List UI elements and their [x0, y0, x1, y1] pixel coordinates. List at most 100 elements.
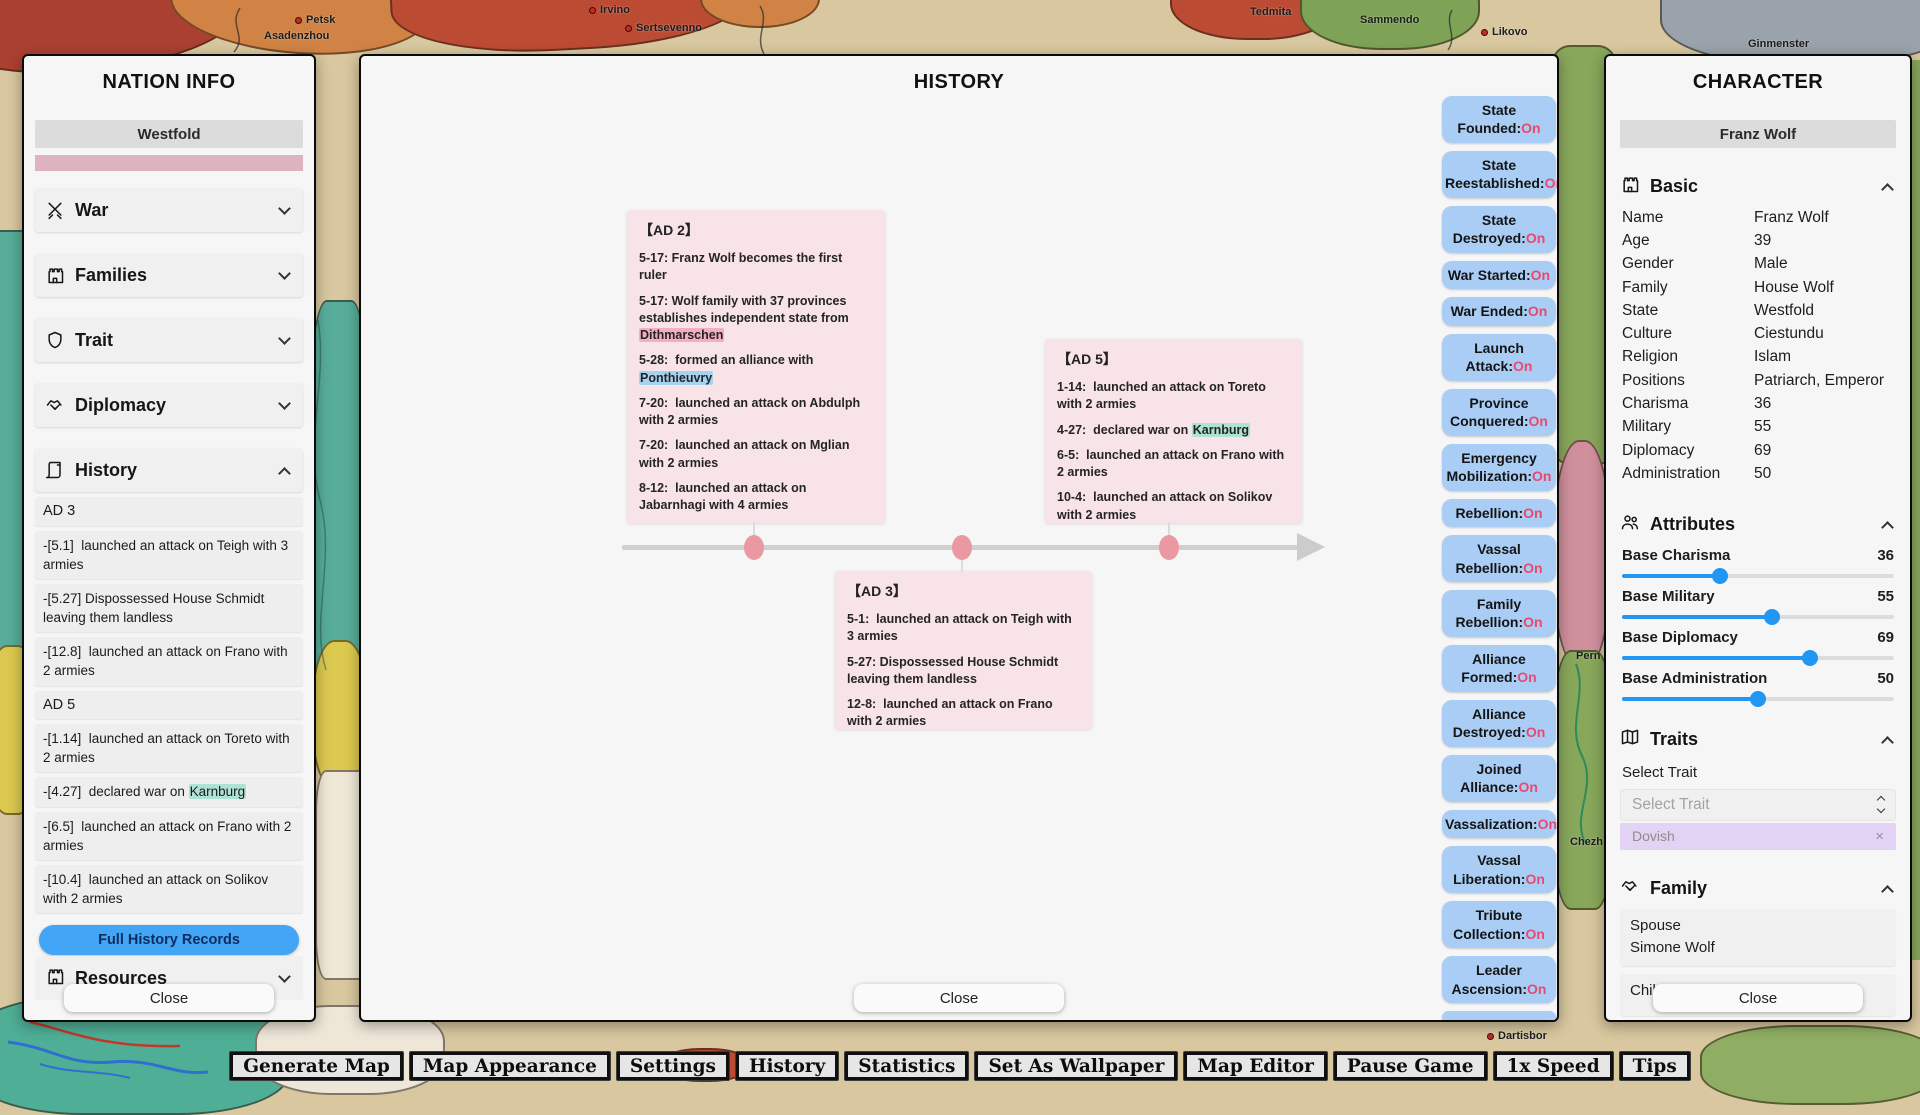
toggle-family-rebellion[interactable]: Family Rebellion:On: [1442, 590, 1556, 637]
history-event-item[interactable]: -[5.1] launched an attack on Teigh with …: [35, 531, 303, 579]
slider-thumb[interactable]: [1712, 568, 1728, 584]
trait-select[interactable]: Select Trait: [1620, 789, 1896, 821]
toggle-label: State Reestablished:: [1445, 157, 1545, 191]
basic-section-label: Basic: [1650, 176, 1873, 197]
map-label: Asadenzhou: [264, 30, 329, 42]
toggle-vassal-liberation[interactable]: Vassal Liberation:On: [1442, 846, 1556, 893]
timeline-dot[interactable]: [744, 535, 764, 560]
toggle-leader-ascension[interactable]: Leader Ascension:On: [1442, 956, 1556, 1003]
toggle-province-conquered[interactable]: Province Conquered:On: [1442, 389, 1556, 436]
section-header-basic[interactable]: Basic: [1620, 174, 1896, 199]
slider-track[interactable]: [1622, 615, 1894, 619]
card-event: 5-17: Franz Wolf becomes the first ruler: [639, 250, 873, 285]
kv-label: Administration: [1622, 465, 1754, 483]
history-year-header[interactable]: AD 5: [35, 691, 303, 720]
slider-track[interactable]: [1622, 697, 1894, 701]
toggle-state: On: [1527, 981, 1546, 997]
toggle-alliance-formed[interactable]: Alliance Formed:On: [1442, 645, 1556, 692]
city-marker-dot: [295, 17, 302, 24]
basic-row-name: NameFranz Wolf: [1620, 206, 1896, 229]
full-history-records-button[interactable]: Full History Records: [39, 925, 299, 955]
city-marker-dot: [1481, 29, 1488, 36]
spouse-row[interactable]: Spouse Simone Wolf: [1620, 909, 1896, 966]
card-title: 【AD 5】: [1057, 349, 1290, 369]
history-close-button[interactable]: Close: [854, 984, 1064, 1012]
toolbar-1x-speed[interactable]: 1x Speed: [1494, 1052, 1613, 1080]
toggle-label: Joined Alliance:: [1460, 761, 1521, 795]
kv-value: 36: [1754, 395, 1896, 413]
slider-thumb[interactable]: [1750, 691, 1766, 707]
toolbar-map-editor[interactable]: Map Editor: [1184, 1052, 1327, 1080]
nation-close-button[interactable]: Close: [64, 984, 274, 1012]
toolbar-set-as-wallpaper[interactable]: Set As Wallpaper: [975, 1052, 1177, 1080]
toolbar-tips[interactable]: Tips: [1620, 1052, 1690, 1080]
toggle-tribute-collection[interactable]: Tribute Collection:On: [1442, 901, 1556, 948]
section-header-attributes[interactable]: Attributes: [1620, 512, 1896, 537]
toggle-state-destroyed[interactable]: State Destroyed:On: [1442, 206, 1556, 253]
kv-value: 39: [1754, 232, 1896, 250]
toggle-state-founded[interactable]: State Founded:On: [1442, 96, 1556, 143]
toggle-label: Vassal Rebellion:: [1455, 541, 1523, 575]
section-row-families[interactable]: Families: [35, 253, 303, 297]
history-event-item[interactable]: -[4.27] declared war on Karnburg: [35, 777, 303, 806]
section-row-diplomacy[interactable]: Diplomacy: [35, 383, 303, 427]
toggle-vassalization[interactable]: Vassalization:On: [1442, 810, 1556, 838]
basic-info-rows: NameFranz WolfAge39GenderMaleFamilyHouse…: [1620, 206, 1896, 486]
nation-panel-title: NATION INFO: [35, 71, 303, 94]
history-year-header[interactable]: AD 3: [35, 497, 303, 526]
toolbar-generate-map[interactable]: Generate Map: [230, 1052, 403, 1080]
slider-track[interactable]: [1622, 574, 1894, 578]
toggle-vassal-rebellion[interactable]: Vassal Rebellion:On: [1442, 535, 1556, 582]
section-row-war[interactable]: War: [35, 188, 303, 232]
character-close-button[interactable]: Close: [1653, 984, 1863, 1012]
timeline-dot[interactable]: [1159, 535, 1179, 560]
family-section-label: Family: [1650, 878, 1873, 899]
kv-label: Positions: [1622, 372, 1754, 390]
toolbar-statistics[interactable]: Statistics: [845, 1052, 968, 1080]
character-name-button[interactable]: Franz Wolf: [1620, 120, 1896, 148]
map-label: Sammendo: [1360, 14, 1419, 26]
toggle-partially-visible[interactable]: [1442, 1011, 1556, 1022]
toggle-launch-attack[interactable]: Launch Attack:On: [1442, 334, 1556, 381]
chip-remove-icon[interactable]: ×: [1875, 828, 1884, 845]
kv-label: Religion: [1622, 348, 1754, 366]
history-event-item[interactable]: -[10.4] launched an attack on Solikov wi…: [35, 865, 303, 913]
history-event-item[interactable]: -[6.5] launched an attack on Frano with …: [35, 812, 303, 860]
slider-track[interactable]: [1622, 656, 1894, 660]
toggle-alliance-destroyed[interactable]: Alliance Destroyed:On: [1442, 700, 1556, 747]
section-row-history[interactable]: History: [35, 448, 303, 492]
kv-value: Patriarch, Emperor: [1754, 372, 1896, 390]
map-label: Pern: [1576, 650, 1600, 662]
card-event: 10-4: launched an attack on Solikov with…: [1057, 489, 1290, 523]
timeline-dot[interactable]: [952, 535, 972, 560]
nation-name-button[interactable]: Westfold: [35, 120, 303, 148]
toggle-state-reestablished[interactable]: State Reestablished:On: [1442, 151, 1556, 198]
toggle-emergency-mobilization[interactable]: Emergency Mobilization:On: [1442, 444, 1556, 491]
history-event-item[interactable]: -[5.27] Dispossessed House Schmidt leavi…: [35, 584, 303, 632]
toggle-war-ended[interactable]: War Ended:On: [1442, 297, 1556, 325]
slider-thumb[interactable]: [1764, 609, 1780, 625]
toolbar-map-appearance[interactable]: Map Appearance: [410, 1052, 610, 1080]
kv-label: Age: [1622, 232, 1754, 250]
kv-label: Diplomacy: [1622, 442, 1754, 460]
basic-row-administration: Administration50: [1620, 462, 1896, 485]
history-event-item[interactable]: -[12.8] launched an attack on Frano with…: [35, 637, 303, 685]
toolbar-pause-game[interactable]: Pause Game: [1334, 1052, 1487, 1080]
toolbar-history[interactable]: History: [736, 1052, 838, 1080]
section-header-traits[interactable]: Traits: [1620, 727, 1896, 752]
section-label: Families: [75, 265, 270, 286]
card-event: 5-27: Dispossessed House Schmidt leaving…: [847, 654, 1080, 689]
slider-label: Base Military: [1622, 588, 1715, 605]
toolbar-settings[interactable]: Settings: [617, 1052, 729, 1080]
slider-thumb[interactable]: [1802, 650, 1818, 666]
toggle-rebellion[interactable]: Rebellion:On: [1442, 499, 1556, 527]
slider-value: 50: [1877, 670, 1894, 687]
toggle-war-started[interactable]: War Started:On: [1442, 261, 1556, 289]
toggle-state: On: [1525, 871, 1544, 887]
toggle-joined-alliance[interactable]: Joined Alliance:On: [1442, 755, 1556, 802]
history-event-item[interactable]: -[1.14] launched an attack on Toreto wit…: [35, 724, 303, 772]
card-event: 7-20: launched an attack on Abdulph with…: [639, 395, 873, 430]
section-header-family[interactable]: Family: [1620, 876, 1896, 901]
slider-fill: [1622, 615, 1772, 619]
section-row-trait[interactable]: Trait: [35, 318, 303, 362]
